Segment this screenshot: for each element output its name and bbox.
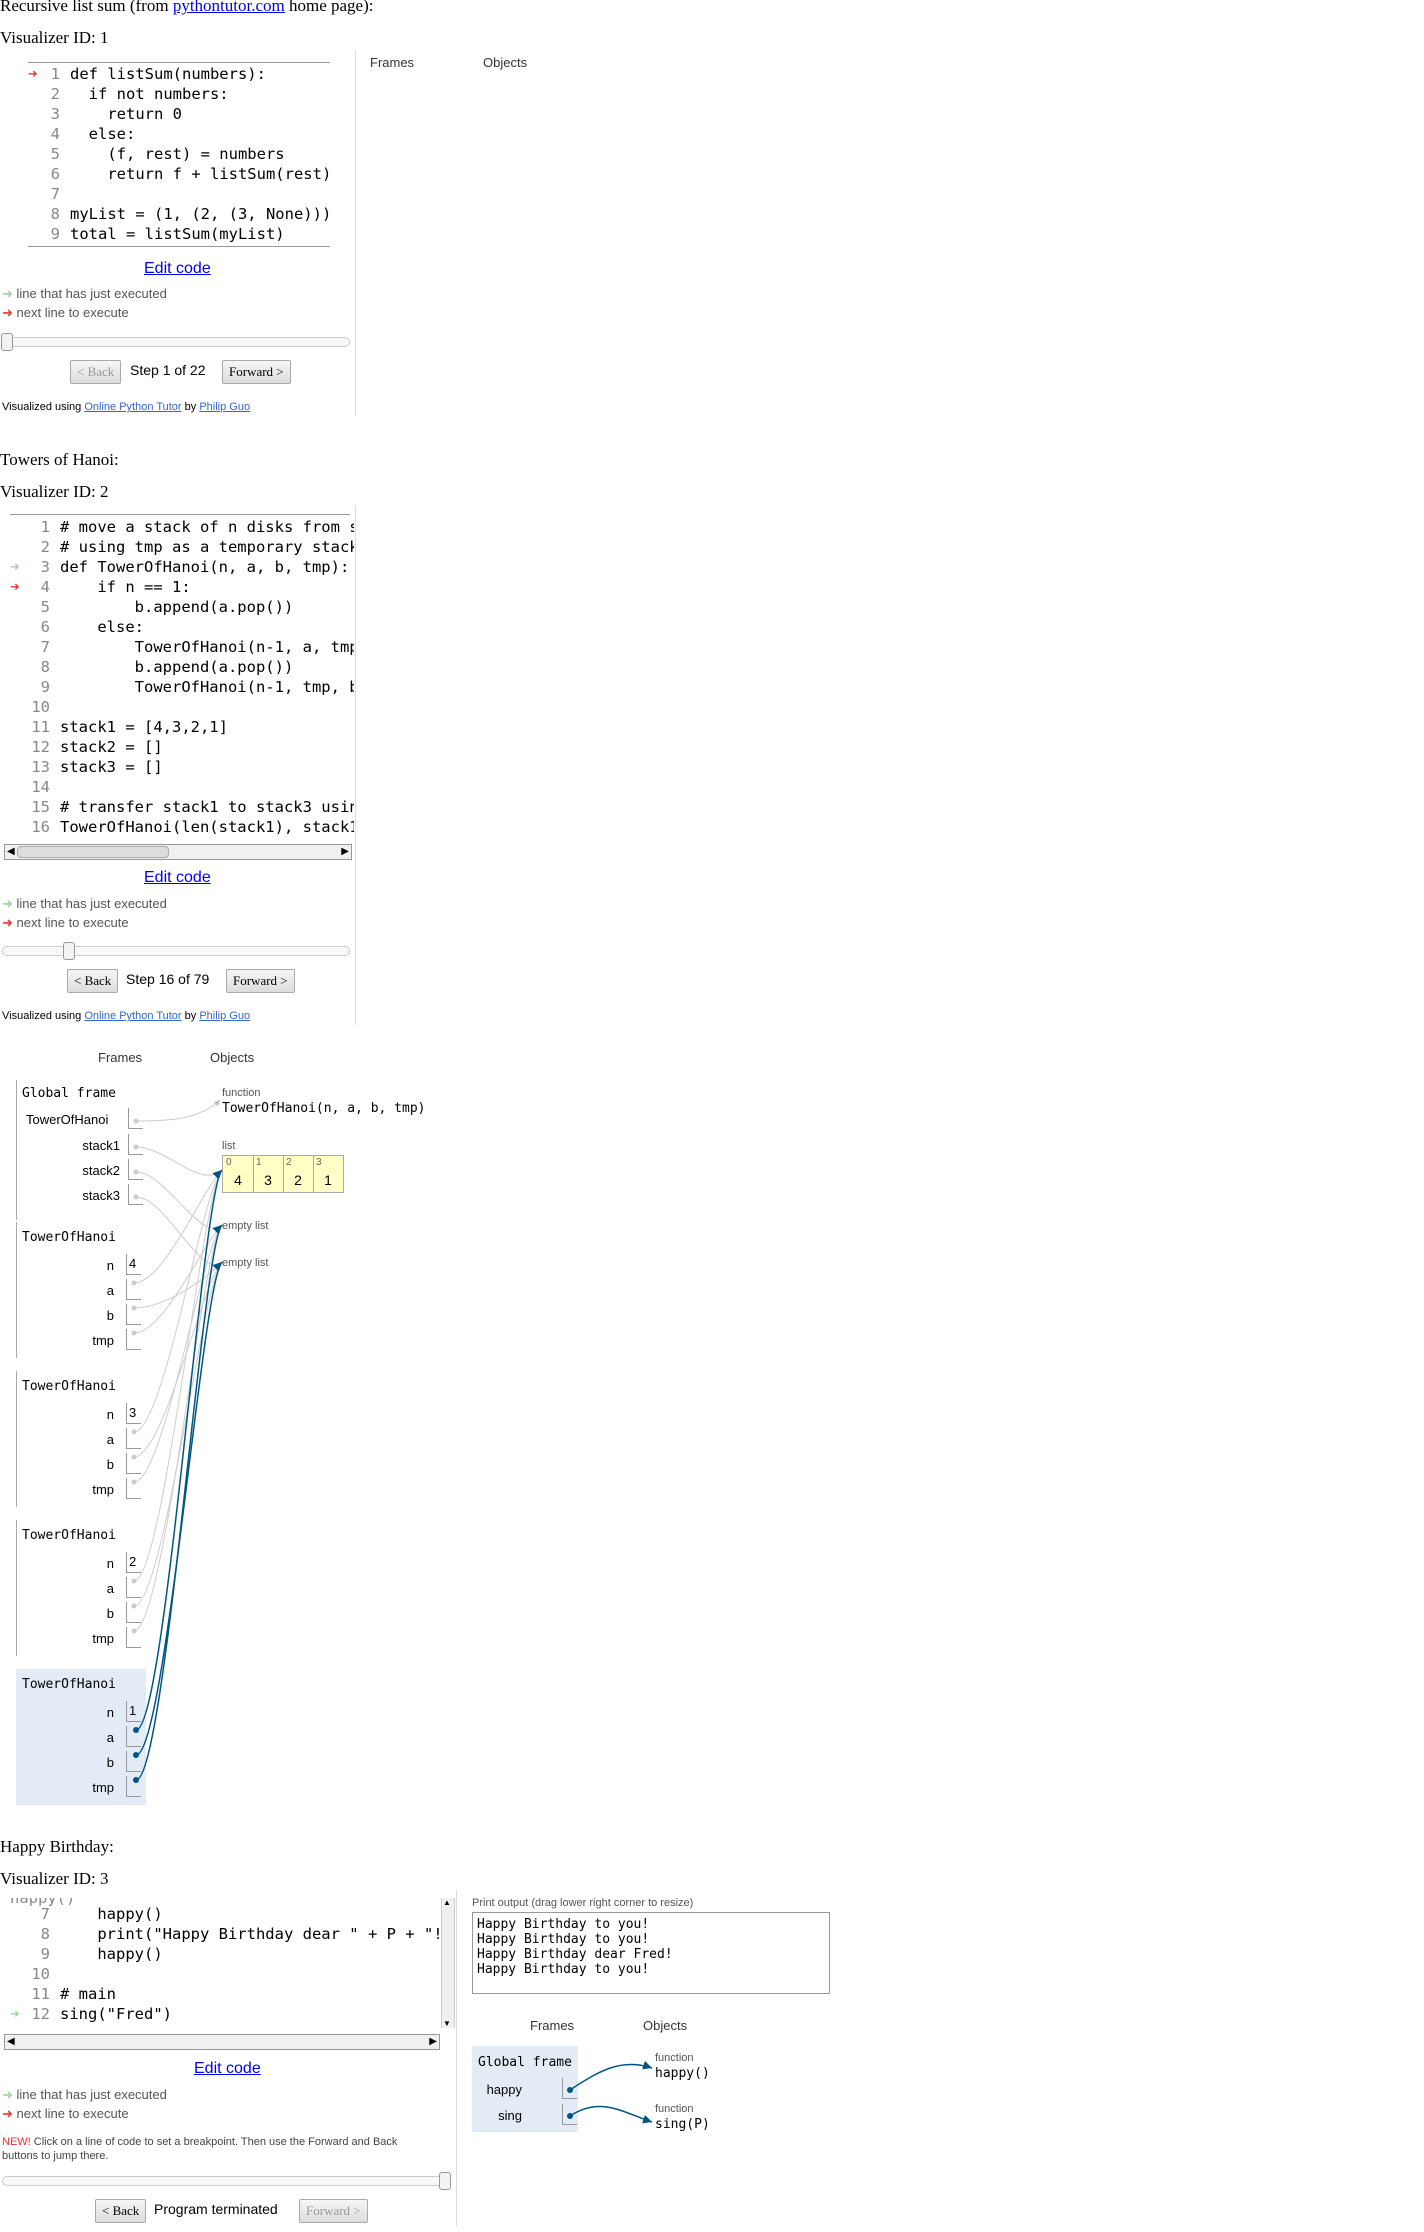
ptr-sing bbox=[569, 2105, 653, 2124]
ptr-happy bbox=[569, 2060, 653, 2091]
pointer-dot bbox=[567, 2087, 573, 2093]
bday-pointer-arrows bbox=[567, 2060, 653, 2124]
pointer-dot bbox=[567, 2113, 573, 2119]
